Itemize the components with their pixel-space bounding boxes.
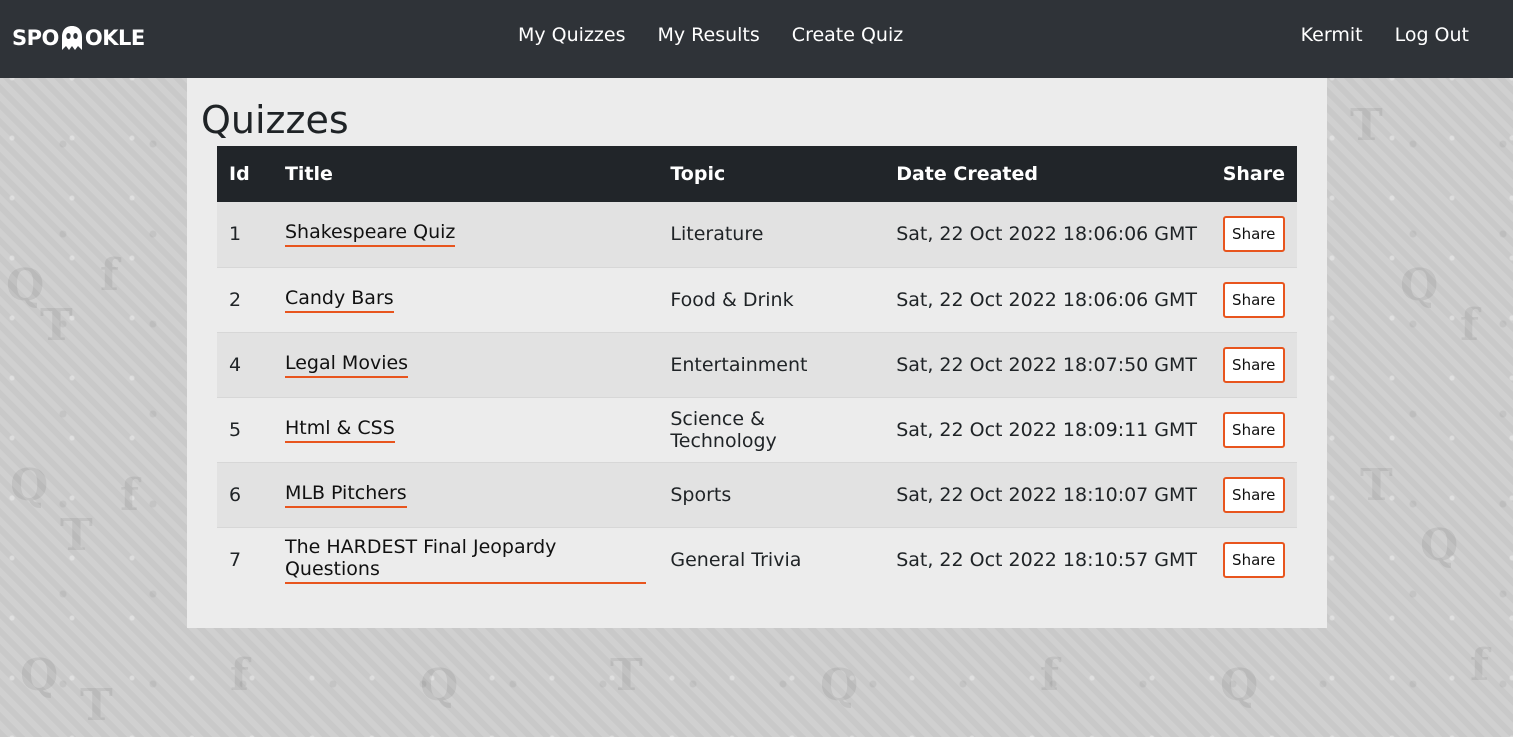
header-title: Title bbox=[284, 163, 333, 185]
cell-date: Sat, 22 Oct 2022 18:07:50 GMT bbox=[896, 353, 1198, 376]
table-row: 2 Candy Bars Food & Drink Sat, 22 Oct 20… bbox=[217, 267, 1297, 332]
cell-share: Share bbox=[1211, 267, 1297, 332]
cell-title: Candy Bars bbox=[273, 267, 658, 332]
cell-title: Legal Movies bbox=[273, 332, 658, 397]
cell-topic: Science & Technology bbox=[670, 407, 777, 452]
header-share: Share bbox=[1222, 163, 1285, 185]
cell-date: Sat, 22 Oct 2022 18:09:11 GMT bbox=[896, 418, 1198, 441]
cell-date: Sat, 22 Oct 2022 18:06:06 GMT bbox=[896, 223, 1198, 246]
cell-share: Share bbox=[1211, 397, 1297, 462]
cell-share: Share bbox=[1211, 202, 1297, 267]
ghost-icon bbox=[61, 26, 82, 50]
share-button[interactable]: Share bbox=[1222, 541, 1285, 578]
main-nav: My Quizzes My Results Create Quiz bbox=[518, 24, 903, 46]
page-title: Quizzes bbox=[201, 98, 349, 142]
cell-share: Share bbox=[1211, 462, 1297, 527]
table-row: 5 Html & CSS Science & Technology Sat, 2… bbox=[217, 397, 1297, 462]
table-row: 6 MLB Pitchers Sports Sat, 22 Oct 2022 1… bbox=[217, 462, 1297, 527]
top-navbar: SPO OKLE My Quizzes My Results Create Qu… bbox=[0, 0, 1513, 78]
cell-topic: Food & Drink bbox=[670, 288, 794, 311]
cell-id: 6 bbox=[229, 483, 242, 506]
nav-username[interactable]: Kermit bbox=[1301, 24, 1363, 46]
cell-id: 1 bbox=[229, 223, 242, 246]
cell-title: The HARDEST Final Jeopardy Questions bbox=[273, 527, 658, 592]
cell-topic: General Trivia bbox=[670, 548, 802, 571]
quiz-title-link[interactable]: MLB Pitchers bbox=[284, 482, 407, 508]
share-button[interactable]: Share bbox=[1222, 346, 1285, 383]
cell-date: Sat, 22 Oct 2022 18:06:06 GMT bbox=[896, 288, 1198, 311]
nav-create-quiz[interactable]: Create Quiz bbox=[792, 24, 903, 46]
nav-my-results[interactable]: My Results bbox=[658, 24, 760, 46]
table-row: 7 The HARDEST Final Jeopardy Questions G… bbox=[217, 527, 1297, 592]
quizzes-table: Id Title Topic Date Created Share 1 Shak… bbox=[217, 146, 1297, 592]
table-row: 4 Legal Movies Entertainment Sat, 22 Oct… bbox=[217, 332, 1297, 397]
cell-id: 2 bbox=[229, 288, 242, 311]
cell-id: 4 bbox=[229, 353, 242, 376]
share-button[interactable]: Share bbox=[1222, 281, 1285, 318]
table-header-row: Id Title Topic Date Created Share bbox=[217, 146, 1297, 202]
brand-name-right: OKLE bbox=[84, 26, 145, 50]
brand-name-left: SPO bbox=[12, 26, 59, 50]
share-button[interactable]: Share bbox=[1222, 411, 1285, 448]
quiz-title-link[interactable]: Html & CSS bbox=[284, 417, 395, 443]
quiz-title-link[interactable]: Legal Movies bbox=[284, 352, 409, 378]
brand-logo[interactable]: SPO OKLE bbox=[12, 24, 145, 52]
quiz-title-link[interactable]: Shakespeare Quiz bbox=[284, 221, 456, 248]
cell-date: Sat, 22 Oct 2022 18:10:07 GMT bbox=[896, 483, 1198, 506]
table-row: 1 Shakespeare Quiz Literature Sat, 22 Oc… bbox=[217, 202, 1297, 267]
header-topic: Topic bbox=[670, 163, 726, 185]
cell-topic: Literature bbox=[670, 223, 764, 246]
share-button[interactable]: Share bbox=[1222, 216, 1285, 253]
cell-id: 5 bbox=[229, 418, 242, 441]
header-date-created: Date Created bbox=[896, 163, 1038, 185]
quiz-title-link[interactable]: Candy Bars bbox=[284, 287, 394, 313]
nav-my-quizzes[interactable]: My Quizzes bbox=[518, 24, 626, 46]
cell-id: 7 bbox=[229, 548, 242, 571]
cell-topic: Sports bbox=[670, 483, 732, 506]
cell-title: Shakespeare Quiz bbox=[273, 202, 658, 267]
cell-title: Html & CSS bbox=[273, 397, 658, 462]
user-nav: Kermit Log Out bbox=[1301, 24, 1469, 46]
share-button[interactable]: Share bbox=[1222, 476, 1285, 513]
content-panel: Quizzes Id Title Topic Date Created Shar… bbox=[187, 78, 1327, 628]
cell-title: MLB Pitchers bbox=[273, 462, 658, 527]
cell-share: Share bbox=[1211, 527, 1297, 592]
cell-date: Sat, 22 Oct 2022 18:10:57 GMT bbox=[896, 548, 1198, 571]
nav-log-out[interactable]: Log Out bbox=[1395, 24, 1469, 46]
header-id: Id bbox=[229, 163, 250, 185]
quiz-title-link[interactable]: The HARDEST Final Jeopardy Questions bbox=[284, 536, 647, 584]
cell-share: Share bbox=[1211, 332, 1297, 397]
cell-topic: Entertainment bbox=[670, 353, 808, 376]
